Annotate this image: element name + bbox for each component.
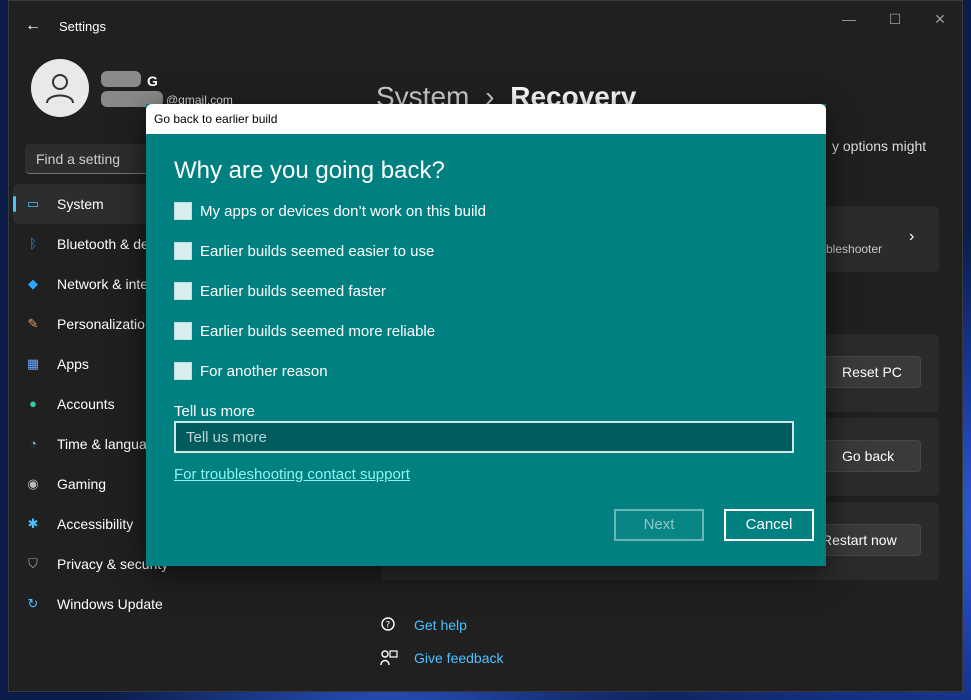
user-name: G	[147, 73, 158, 89]
accounts-icon: ●	[29, 396, 37, 411]
minimize-icon[interactable]: —	[829, 9, 869, 29]
recovery-description: y options might	[832, 138, 927, 154]
reason-option[interactable]: Earlier builds seemed more reliable	[174, 320, 435, 342]
redaction-name	[101, 71, 141, 87]
give-feedback-link[interactable]: Give feedback	[414, 650, 504, 666]
update-icon: ↻	[27, 596, 39, 611]
tell-us-more-input[interactable]	[174, 421, 794, 453]
clock-icon: ◔	[29, 436, 37, 451]
sidebar-item-label: System	[57, 196, 104, 212]
dialog-title-bar: Go back to earlier build	[146, 104, 826, 134]
sidebar-item-windows-update[interactable]: ↻ Windows Update	[9, 584, 209, 624]
go-back-dialog: Go back to earlier build Why are you goi…	[146, 104, 826, 566]
sidebar-item-label: Network & inte	[57, 276, 149, 292]
reason-label: Earlier builds seemed easier to use	[200, 242, 435, 260]
get-help-link[interactable]: Get help	[414, 617, 467, 633]
reason-option[interactable]: Earlier builds seemed easier to use	[174, 240, 434, 262]
sidebar-item-label: Windows Update	[57, 596, 163, 612]
cancel-button[interactable]: Cancel	[724, 509, 814, 541]
reason-label: Earlier builds seemed faster	[200, 282, 386, 300]
close-icon[interactable]: ✕	[920, 9, 960, 29]
brush-icon: ✎	[27, 316, 39, 331]
sidebar-item-label: Apps	[57, 356, 89, 372]
reason-checkbox[interactable]	[174, 242, 192, 260]
dialog-heading: Why are you going back?	[174, 157, 445, 184]
sidebar-item-label: Accounts	[57, 396, 115, 412]
reason-checkbox[interactable]	[174, 282, 192, 300]
troubleshooter-text: bleshooter	[826, 242, 883, 256]
reason-label: For another reason	[200, 362, 328, 380]
app-title: Settings	[59, 19, 106, 34]
reason-checkbox[interactable]	[174, 322, 192, 340]
user-icon	[46, 74, 74, 104]
reason-option[interactable]: My apps or devices don’t work on this bu…	[174, 200, 486, 222]
bluetooth-icon: ᛒ	[29, 236, 37, 251]
title-bar: ← Settings — ☐ ✕	[9, 1, 962, 51]
reason-option[interactable]: For another reason	[174, 360, 328, 382]
reason-option[interactable]: Earlier builds seemed faster	[174, 280, 386, 302]
accessibility-icon: ✱	[27, 516, 39, 531]
help-icon: ?	[380, 616, 398, 637]
search-placeholder: Find a setting	[36, 151, 121, 167]
maximize-icon[interactable]: ☐	[875, 9, 915, 29]
gamepad-icon: ◉	[27, 476, 39, 491]
sidebar-item-label: Bluetooth & de	[57, 236, 149, 252]
chevron-right-icon: ›	[909, 228, 915, 245]
avatar[interactable]	[31, 59, 89, 117]
display-icon: ▭	[26, 196, 40, 211]
feedback-icon	[380, 649, 398, 670]
sidebar-item-label: Personalization	[57, 316, 153, 332]
tell-us-more-label: Tell us more	[174, 403, 255, 420]
shield-icon: ⛉	[28, 556, 38, 571]
contact-support-link[interactable]: For troubleshooting contact support	[174, 466, 410, 483]
wifi-icon: ◆	[28, 276, 38, 291]
reason-checkbox[interactable]	[174, 202, 192, 220]
svg-text:?: ?	[386, 621, 391, 631]
active-indicator	[13, 196, 16, 212]
sidebar-item-label: Accessibility	[57, 516, 134, 532]
sidebar-item-label: Gaming	[57, 476, 107, 492]
dialog-title: Go back to earlier build	[154, 112, 278, 126]
reason-checkbox[interactable]	[174, 362, 192, 380]
back-arrow-icon[interactable]: ←	[23, 16, 43, 36]
reason-label: Earlier builds seemed more reliable	[200, 322, 436, 340]
next-button[interactable]: Next	[614, 509, 704, 541]
apps-icon: ▦	[26, 356, 40, 371]
reason-label: My apps or devices don’t work on this bu…	[200, 202, 486, 220]
sidebar-item-label: Time & langua	[57, 436, 147, 452]
